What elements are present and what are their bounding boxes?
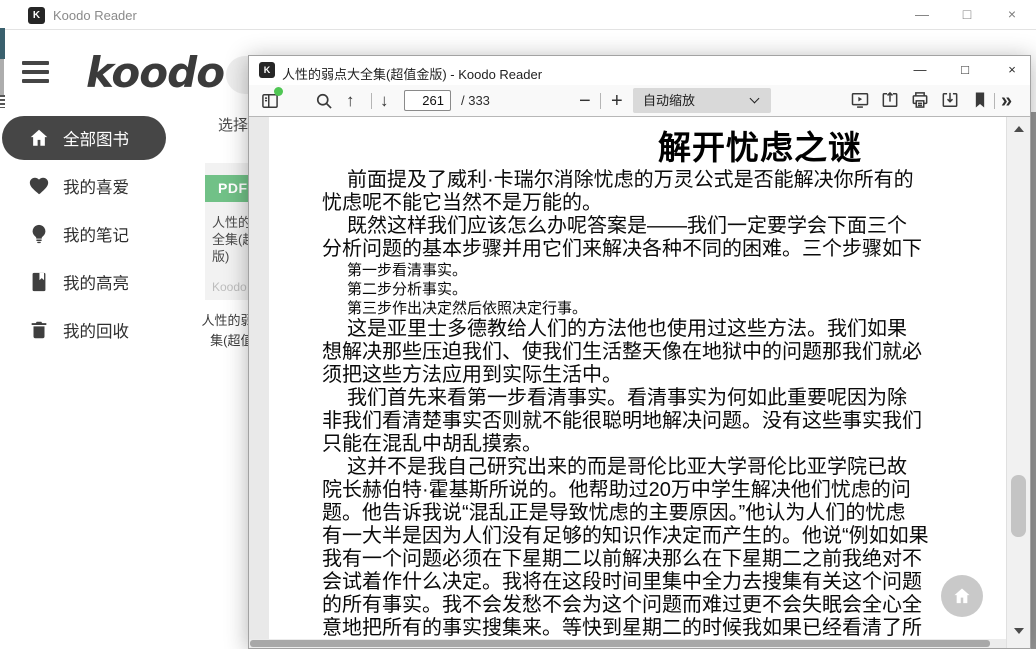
sidebar-toggle-icon[interactable] <box>259 90 281 112</box>
pdf-text-line: 院长赫伯特·霍基斯所说的。他帮助过20万中学生解决他们忧虑的问 <box>322 479 982 502</box>
sidebar-item-favorites[interactable]: 我的喜爱 <box>0 164 200 208</box>
zoom-out-button[interactable]: − <box>579 85 591 117</box>
zoom-select[interactable]: 自动缩放 <box>633 88 771 113</box>
pdf-text-line: 第二步分析事实。 <box>322 280 982 299</box>
vertical-scrollbar[interactable] <box>1006 117 1030 648</box>
toolbar-divider <box>994 93 995 109</box>
reader-titlebar: K 人性的弱点大全集(超值金版) - Koodo Reader — □ × <box>249 56 1030 85</box>
sidebar-item-notes[interactable]: 我的笔记 <box>0 212 200 256</box>
minimize-button[interactable]: — <box>905 0 939 29</box>
back-to-library-button[interactable] <box>941 575 983 617</box>
pdf-page: 解开忧虑之谜 前面提及了威利·卡瑞尔消除忧虑的万灵公式是否能解决你所有的忧虑呢不… <box>269 117 1006 648</box>
trash-icon <box>28 319 50 341</box>
open-file-icon[interactable] <box>880 90 900 112</box>
next-page-button[interactable]: ↓ <box>380 85 389 117</box>
pdf-text-line: 非我们看清楚事实否则就不能很聪明地解决问题。没有这些事实我们 <box>322 410 982 433</box>
more-tools-icon[interactable]: » <box>1001 85 1012 117</box>
heart-icon <box>28 175 50 197</box>
koodo-reader-app: K Koodo Reader — □ × koodo 全部图书 我的喜爱 我的笔… <box>0 0 1036 649</box>
pdf-text-line: 须把这些方法应用到实际生活中。 <box>322 364 982 387</box>
pdf-text-line: 意地把所有的事实搜集来。等快到星期二的时候我如果已经看清了所 <box>322 617 982 640</box>
app-icon: K <box>28 7 45 24</box>
notification-dot <box>274 87 283 96</box>
previous-page-button[interactable]: ↑ <box>346 85 355 117</box>
select-mode-button[interactable]: 选择 <box>218 114 248 135</box>
pdf-text-line: 我有一个问题必须在下星期二以前解决那么在下星期二之前我绝对不 <box>322 548 982 571</box>
pdf-toolbar: ↑ ↓ / 333 − + 自动缩放 » <box>249 85 1030 117</box>
reader-window: K 人性的弱点大全集(超值金版) - Koodo Reader — □ × ↑ … <box>248 55 1031 649</box>
zoom-in-button[interactable]: + <box>611 85 623 117</box>
chevron-down-icon <box>750 94 760 104</box>
pdf-text-line: 想解决那些压迫我们、使我们生活整天像在地狱中的问题那我们就必 <box>322 341 982 364</box>
close-button[interactable]: × <box>995 0 1029 29</box>
app-title: Koodo Reader <box>53 8 137 23</box>
save-file-icon[interactable] <box>940 90 960 112</box>
bulb-icon <box>28 223 50 245</box>
print-icon[interactable] <box>910 90 930 112</box>
vertical-scrollbar-thumb[interactable] <box>1011 475 1026 537</box>
chapter-heading: 解开忧虑之谜 <box>658 121 862 169</box>
pdf-text-line: 有一大半是因为人们没有足够的知识作决定而产生的。他说“例如如果 <box>322 525 982 548</box>
pdf-text-line: 既然这样我们应该怎么办呢答案是——我们一定要学会下面三个 <box>322 215 982 238</box>
app-titlebar: K Koodo Reader — □ × <box>0 0 1036 30</box>
reader-window-title: 人性的弱点大全集(超值金版) - Koodo Reader <box>282 64 542 83</box>
home-icon <box>28 127 50 149</box>
page-number-input[interactable] <box>404 90 451 111</box>
pdf-text-line: 这并不是我自己研究出来的而是哥伦比亚大学哥伦比亚学院已故 <box>322 456 982 479</box>
left-scrollbar-thumb[interactable] <box>0 59 4 95</box>
left-edge-accent <box>0 28 5 59</box>
scroll-down-arrow-icon[interactable] <box>1014 628 1024 634</box>
pdf-text-line: 的所有事实。我不会发愁不会为这个问题而难过更不会失眠会全心全 <box>322 594 982 617</box>
book-card-source: Koodo <box>212 280 247 294</box>
pdf-text-line: 我们首先来看第一步看清事实。看清事实为何如此重要呢因为除 <box>322 387 982 410</box>
pdf-text-line: 第一步看清事实。 <box>322 261 982 280</box>
reader-app-icon: K <box>259 62 275 78</box>
sidebar-item-all-books[interactable]: 全部图书 <box>2 116 166 160</box>
book-icon <box>28 271 50 293</box>
toolbar-right-icons <box>850 90 990 112</box>
presentation-mode-icon[interactable] <box>850 90 870 112</box>
bookmark-icon[interactable] <box>970 90 990 112</box>
koodo-logo: koodo <box>86 48 224 97</box>
pdf-text-line: 前面提及了威利·卡瑞尔消除忧虑的万灵公式是否能解决你所有的 <box>322 169 982 192</box>
pdf-text-line: 忧虑呢不能它当然不是万能的。 <box>322 192 982 215</box>
sidebar: 全部图书 我的喜爱 我的笔记 我的高亮 我的回收 <box>0 116 200 356</box>
sidebar-item-trash[interactable]: 我的回收 <box>0 308 200 352</box>
pdf-text-line: 题。他告诉我说“混乱正是导致忧虑的主要原因。”他认为人们的忧虑 <box>322 502 982 525</box>
reader-close-button[interactable]: × <box>996 56 1028 84</box>
horizontal-scrollbar[interactable] <box>249 639 1006 648</box>
pdf-text-line: 只能在混乱中胡乱摸索。 <box>322 433 982 456</box>
left-edge-texture <box>0 95 5 108</box>
pdf-text-line: 这是亚里士多德教给人们的方法他也使用过这些方法。我们如果 <box>322 318 982 341</box>
sidebar-item-highlights[interactable]: 我的高亮 <box>0 260 200 304</box>
zoom-select-value: 自动缩放 <box>643 88 695 113</box>
scroll-up-arrow-icon[interactable] <box>1014 126 1024 132</box>
page-total-label: / 333 <box>461 85 490 117</box>
search-icon[interactable] <box>313 90 335 112</box>
pdf-text: 前面提及了威利·卡瑞尔消除忧虑的万灵公式是否能解决你所有的忧虑呢不能它当然不是万… <box>322 169 982 648</box>
pdf-text-line: 第三步作出决定然后依照决定行事。 <box>322 299 982 318</box>
toolbar-divider <box>371 93 372 109</box>
pdf-content-area: 解开忧虑之谜 前面提及了威利·卡瑞尔消除忧虑的万灵公式是否能解决你所有的忧虑呢不… <box>249 117 1030 648</box>
pdf-text-line: 分析问题的基本步骤并用它们来解决各种不同的困难。三个步骤如下 <box>322 238 982 261</box>
toolbar-divider <box>600 93 601 109</box>
maximize-button[interactable]: □ <box>950 0 984 29</box>
reader-minimize-button[interactable]: — <box>904 56 936 84</box>
horizontal-scrollbar-thumb[interactable] <box>250 640 990 647</box>
pdf-text-line: 会试着作什么决定。我将在这段时间里集中全力去搜集有关这个问题 <box>322 571 982 594</box>
menu-icon[interactable] <box>22 61 49 83</box>
reader-maximize-button[interactable]: □ <box>949 56 981 84</box>
